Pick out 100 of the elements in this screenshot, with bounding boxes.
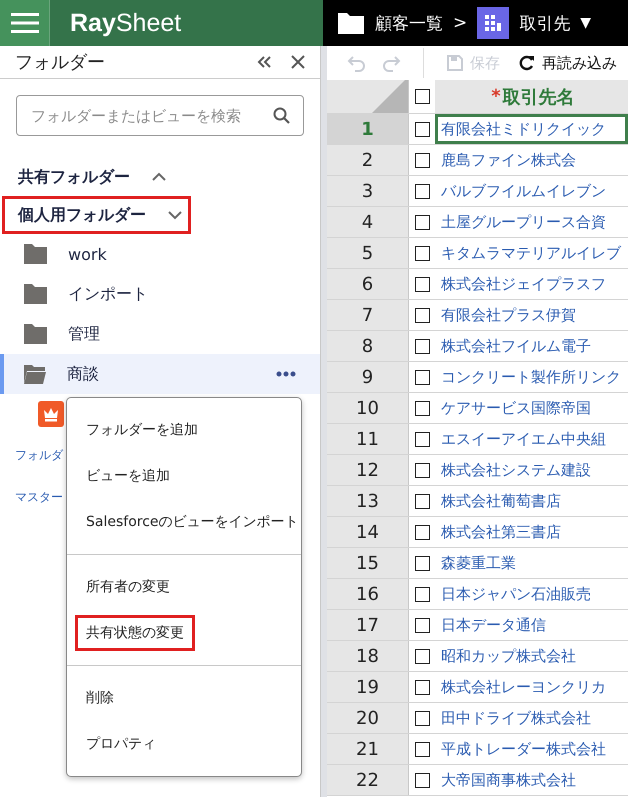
table-cell[interactable]: 株式会社システム建設 [435, 455, 628, 485]
row-number[interactable]: 5 [327, 238, 409, 268]
checkbox[interactable] [414, 742, 430, 756]
menu-item[interactable]: プロパティ [75, 726, 167, 762]
folder-icon [23, 243, 48, 265]
checkbox[interactable] [414, 524, 430, 540]
table-cell[interactable]: キタムラマテリアルイレブ [435, 238, 628, 268]
table-cell[interactable]: 日本データ通信 [435, 610, 628, 640]
caret-icon[interactable]: ▼ [580, 15, 592, 31]
table-cell[interactable]: 日本ジャパン石油販売 [435, 579, 628, 609]
row-number[interactable]: 16 [327, 579, 409, 609]
row-number[interactable]: 1 [327, 114, 409, 144]
crown-icon [38, 401, 64, 427]
column-header[interactable]: *取引先名 [435, 80, 628, 113]
folder-item[interactable]: インポート [0, 274, 320, 314]
checkbox[interactable] [414, 772, 430, 788]
menu-button[interactable] [0, 0, 50, 46]
table-cell[interactable]: 鹿島ファイン株式会 [435, 145, 628, 175]
search-field[interactable]: フォルダーまたはビューを検索 [16, 95, 304, 136]
checkbox[interactable] [414, 586, 430, 602]
row-number[interactable]: 18 [327, 641, 409, 671]
close-icon [290, 54, 306, 70]
checkbox[interactable] [414, 494, 430, 508]
table-cell[interactable]: 田中ドライブ株式会社 [435, 703, 628, 733]
checkbox[interactable] [414, 618, 430, 632]
checkbox[interactable] [414, 214, 430, 230]
search-icon [273, 107, 290, 124]
more-icon [276, 371, 296, 377]
table-cell[interactable]: 有限会社ミドリクイック [435, 114, 628, 144]
redo-icon [383, 54, 401, 72]
table-cell[interactable]: 大帝国商事株式会社 [435, 765, 628, 795]
row-number[interactable]: 3 [327, 176, 409, 206]
reload-icon [518, 54, 536, 72]
menu-item[interactable]: 共有状態の変更 [75, 615, 195, 651]
table-cell[interactable]: 株式会社第三書店 [435, 517, 628, 547]
open-folder-icon [23, 363, 47, 385]
menu-icon [10, 12, 38, 34]
row-number[interactable]: 4 [327, 207, 409, 237]
row-number[interactable]: 22 [327, 765, 409, 795]
checkbox[interactable] [414, 122, 430, 136]
checkbox[interactable] [414, 432, 430, 446]
checkbox[interactable] [414, 152, 430, 168]
row-number[interactable]: 2 [327, 145, 409, 175]
row-number[interactable]: 15 [327, 548, 409, 578]
folder-item[interactable]: 商談 [0, 354, 320, 394]
table-cell[interactable]: ケアサービス国際帝国 [435, 393, 628, 423]
row-number[interactable]: 6 [327, 269, 409, 299]
row-number[interactable]: 13 [327, 486, 409, 516]
row-number[interactable]: 8 [327, 331, 409, 361]
table-cell[interactable]: 有限会社プラス伊賀 [435, 300, 628, 330]
row-number[interactable]: 20 [327, 703, 409, 733]
table-cell[interactable]: 森菱重工業 [435, 548, 628, 578]
checkbox[interactable] [414, 710, 430, 726]
checkbox[interactable] [414, 680, 430, 694]
table-cell[interactable]: 株式会社フイルム電子 [435, 331, 628, 361]
section-header[interactable]: 個人用フォルダー [2, 196, 191, 234]
table-cell[interactable]: 昭和カップ株式会社 [435, 641, 628, 671]
row-number[interactable]: 21 [327, 734, 409, 764]
table-cell[interactable]: 株式会社葡萄書店 [435, 486, 628, 516]
row-number[interactable]: 14 [327, 517, 409, 547]
folder-icon [23, 283, 48, 305]
row-number[interactable]: 11 [327, 424, 409, 454]
table-cell[interactable]: 株式会社レーヨンクリカ [435, 672, 628, 702]
menu-item[interactable]: ビューを追加 [75, 458, 181, 494]
section-header[interactable]: 共有フォルダー [0, 158, 175, 196]
table-cell[interactable]: エスイーアイエム中央組 [435, 424, 628, 454]
menu-item[interactable]: 所有者の変更 [75, 569, 181, 605]
folder-item[interactable]: work [0, 234, 320, 274]
checkbox[interactable] [414, 338, 430, 354]
menu-item[interactable]: フォルダーを追加 [75, 412, 209, 448]
checkbox[interactable] [414, 246, 430, 260]
checkbox[interactable] [414, 276, 430, 292]
menu-item[interactable]: Salesforceのビューをインポート [75, 504, 310, 540]
view-name[interactable]: 取引先 [519, 12, 570, 34]
folder-item[interactable]: 管理 [0, 314, 320, 354]
row-number[interactable]: 19 [327, 672, 409, 702]
table-cell[interactable]: 土屋グループリース合資 [435, 207, 628, 237]
breadcrumb-separator: > [453, 13, 468, 33]
folder-icon [337, 10, 365, 36]
row-number[interactable]: 10 [327, 393, 409, 423]
table-cell[interactable]: 平成トレーダー株式会社 [435, 734, 628, 764]
table-cell[interactable]: コンクリート製作所リンク [435, 362, 628, 392]
checkbox[interactable] [414, 648, 430, 664]
reload-button[interactable]: 再読み込み [512, 52, 623, 74]
row-number[interactable]: 12 [327, 455, 409, 485]
breadcrumb-link[interactable]: 顧客一覧 [375, 12, 443, 34]
checkbox[interactable] [414, 556, 430, 570]
checkbox[interactable] [414, 400, 430, 416]
checkbox[interactable] [414, 184, 430, 198]
checkbox[interactable] [414, 89, 430, 104]
row-number[interactable]: 17 [327, 610, 409, 640]
checkbox[interactable] [414, 308, 430, 322]
table-cell[interactable]: 株式会社ジェイプラスフ [435, 269, 628, 299]
row-number[interactable]: 7 [327, 300, 409, 330]
folder-icon [23, 323, 48, 345]
menu-item[interactable]: 削除 [75, 680, 125, 716]
row-number[interactable]: 9 [327, 362, 409, 392]
table-cell[interactable]: バルブフイルムイレブン [435, 176, 628, 206]
checkbox[interactable] [414, 462, 430, 478]
checkbox[interactable] [414, 370, 430, 384]
